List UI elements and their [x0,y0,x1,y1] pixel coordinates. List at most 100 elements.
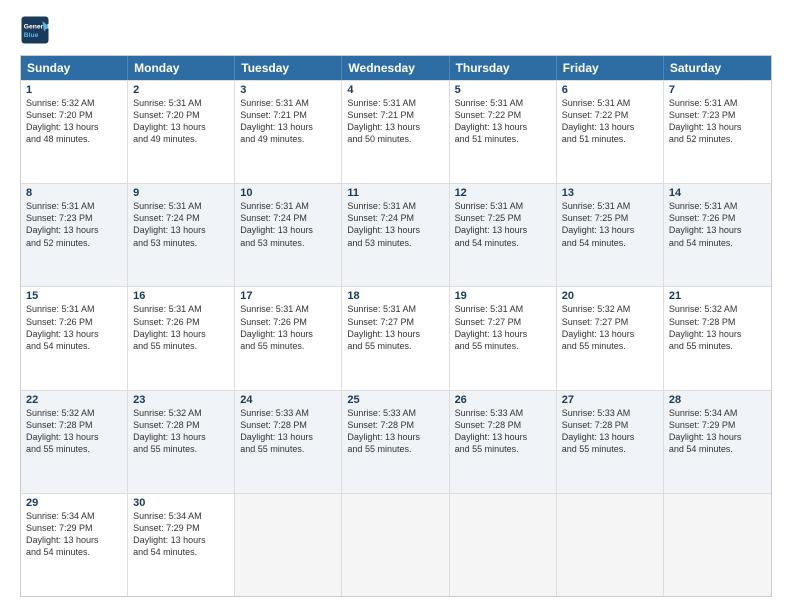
calendar-cell: 9Sunrise: 5:31 AM Sunset: 7:24 PM Daylig… [128,184,235,286]
page-header: General Blue [20,15,772,45]
day-info: Sunrise: 5:33 AM Sunset: 7:28 PM Dayligh… [240,407,336,456]
day-info: Sunrise: 5:31 AM Sunset: 7:26 PM Dayligh… [240,303,336,352]
day-number: 11 [347,187,443,199]
day-info: Sunrise: 5:31 AM Sunset: 7:21 PM Dayligh… [347,97,443,146]
calendar-cell: 14Sunrise: 5:31 AM Sunset: 7:26 PM Dayli… [664,184,771,286]
calendar-cell: 20Sunrise: 5:32 AM Sunset: 7:27 PM Dayli… [557,287,664,389]
day-number: 22 [26,394,122,406]
day-info: Sunrise: 5:33 AM Sunset: 7:28 PM Dayligh… [347,407,443,456]
calendar-cell: 26Sunrise: 5:33 AM Sunset: 7:28 PM Dayli… [450,391,557,493]
day-info: Sunrise: 5:34 AM Sunset: 7:29 PM Dayligh… [26,510,122,559]
day-info: Sunrise: 5:31 AM Sunset: 7:24 PM Dayligh… [240,200,336,249]
calendar-week-3: 22Sunrise: 5:32 AM Sunset: 7:28 PM Dayli… [21,390,771,493]
calendar-page: General Blue SundayMondayTuesdayWednesda… [0,0,792,612]
day-info: Sunrise: 5:31 AM Sunset: 7:26 PM Dayligh… [669,200,766,249]
day-number: 24 [240,394,336,406]
calendar-cell [235,494,342,596]
day-number: 17 [240,290,336,302]
day-info: Sunrise: 5:32 AM Sunset: 7:20 PM Dayligh… [26,97,122,146]
day-info: Sunrise: 5:32 AM Sunset: 7:28 PM Dayligh… [669,303,766,352]
day-info: Sunrise: 5:31 AM Sunset: 7:26 PM Dayligh… [26,303,122,352]
calendar-cell: 12Sunrise: 5:31 AM Sunset: 7:25 PM Dayli… [450,184,557,286]
day-number: 15 [26,290,122,302]
day-number: 28 [669,394,766,406]
calendar-week-1: 8Sunrise: 5:31 AM Sunset: 7:23 PM Daylig… [21,183,771,286]
day-number: 19 [455,290,551,302]
calendar-header: SundayMondayTuesdayWednesdayThursdayFrid… [21,56,771,80]
day-number: 27 [562,394,658,406]
calendar-cell: 16Sunrise: 5:31 AM Sunset: 7:26 PM Dayli… [128,287,235,389]
day-info: Sunrise: 5:34 AM Sunset: 7:29 PM Dayligh… [669,407,766,456]
day-info: Sunrise: 5:31 AM Sunset: 7:22 PM Dayligh… [455,97,551,146]
calendar-cell: 19Sunrise: 5:31 AM Sunset: 7:27 PM Dayli… [450,287,557,389]
day-number: 29 [26,497,122,509]
calendar-cell: 30Sunrise: 5:34 AM Sunset: 7:29 PM Dayli… [128,494,235,596]
day-header-thursday: Thursday [450,56,557,80]
calendar-cell: 2Sunrise: 5:31 AM Sunset: 7:20 PM Daylig… [128,81,235,183]
calendar-body: 1Sunrise: 5:32 AM Sunset: 7:20 PM Daylig… [21,80,771,596]
logo-icon: General Blue [20,15,50,45]
day-info: Sunrise: 5:31 AM Sunset: 7:21 PM Dayligh… [240,97,336,146]
day-header-wednesday: Wednesday [342,56,449,80]
day-number: 6 [562,84,658,96]
calendar-cell: 10Sunrise: 5:31 AM Sunset: 7:24 PM Dayli… [235,184,342,286]
calendar-week-0: 1Sunrise: 5:32 AM Sunset: 7:20 PM Daylig… [21,80,771,183]
day-info: Sunrise: 5:31 AM Sunset: 7:25 PM Dayligh… [562,200,658,249]
day-number: 2 [133,84,229,96]
day-info: Sunrise: 5:31 AM Sunset: 7:27 PM Dayligh… [455,303,551,352]
calendar-cell: 29Sunrise: 5:34 AM Sunset: 7:29 PM Dayli… [21,494,128,596]
day-header-sunday: Sunday [21,56,128,80]
day-number: 20 [562,290,658,302]
day-header-friday: Friday [557,56,664,80]
day-number: 10 [240,187,336,199]
day-info: Sunrise: 5:33 AM Sunset: 7:28 PM Dayligh… [455,407,551,456]
day-header-saturday: Saturday [664,56,771,80]
calendar-cell: 8Sunrise: 5:31 AM Sunset: 7:23 PM Daylig… [21,184,128,286]
calendar-cell: 7Sunrise: 5:31 AM Sunset: 7:23 PM Daylig… [664,81,771,183]
calendar-cell: 15Sunrise: 5:31 AM Sunset: 7:26 PM Dayli… [21,287,128,389]
calendar-cell: 21Sunrise: 5:32 AM Sunset: 7:28 PM Dayli… [664,287,771,389]
day-number: 16 [133,290,229,302]
calendar-cell: 25Sunrise: 5:33 AM Sunset: 7:28 PM Dayli… [342,391,449,493]
day-info: Sunrise: 5:31 AM Sunset: 7:22 PM Dayligh… [562,97,658,146]
calendar-cell: 5Sunrise: 5:31 AM Sunset: 7:22 PM Daylig… [450,81,557,183]
calendar-cell [664,494,771,596]
calendar-cell: 11Sunrise: 5:31 AM Sunset: 7:24 PM Dayli… [342,184,449,286]
day-info: Sunrise: 5:31 AM Sunset: 7:24 PM Dayligh… [133,200,229,249]
day-number: 18 [347,290,443,302]
logo: General Blue [20,15,50,45]
day-number: 1 [26,84,122,96]
day-number: 26 [455,394,551,406]
day-info: Sunrise: 5:32 AM Sunset: 7:27 PM Dayligh… [562,303,658,352]
day-info: Sunrise: 5:32 AM Sunset: 7:28 PM Dayligh… [26,407,122,456]
calendar-cell: 18Sunrise: 5:31 AM Sunset: 7:27 PM Dayli… [342,287,449,389]
day-number: 23 [133,394,229,406]
day-number: 3 [240,84,336,96]
day-number: 21 [669,290,766,302]
calendar-cell: 28Sunrise: 5:34 AM Sunset: 7:29 PM Dayli… [664,391,771,493]
calendar-cell: 6Sunrise: 5:31 AM Sunset: 7:22 PM Daylig… [557,81,664,183]
day-info: Sunrise: 5:31 AM Sunset: 7:25 PM Dayligh… [455,200,551,249]
calendar-cell [557,494,664,596]
day-info: Sunrise: 5:31 AM Sunset: 7:23 PM Dayligh… [26,200,122,249]
day-info: Sunrise: 5:34 AM Sunset: 7:29 PM Dayligh… [133,510,229,559]
day-info: Sunrise: 5:31 AM Sunset: 7:23 PM Dayligh… [669,97,766,146]
day-info: Sunrise: 5:31 AM Sunset: 7:20 PM Dayligh… [133,97,229,146]
calendar-week-2: 15Sunrise: 5:31 AM Sunset: 7:26 PM Dayli… [21,286,771,389]
day-number: 8 [26,187,122,199]
day-info: Sunrise: 5:31 AM Sunset: 7:26 PM Dayligh… [133,303,229,352]
day-header-monday: Monday [128,56,235,80]
day-number: 25 [347,394,443,406]
calendar-week-4: 29Sunrise: 5:34 AM Sunset: 7:29 PM Dayli… [21,493,771,596]
day-number: 30 [133,497,229,509]
day-number: 5 [455,84,551,96]
calendar-cell [450,494,557,596]
calendar-cell: 24Sunrise: 5:33 AM Sunset: 7:28 PM Dayli… [235,391,342,493]
svg-text:Blue: Blue [24,32,39,39]
day-header-tuesday: Tuesday [235,56,342,80]
day-number: 9 [133,187,229,199]
calendar: SundayMondayTuesdayWednesdayThursdayFrid… [20,55,772,597]
calendar-cell: 1Sunrise: 5:32 AM Sunset: 7:20 PM Daylig… [21,81,128,183]
day-info: Sunrise: 5:33 AM Sunset: 7:28 PM Dayligh… [562,407,658,456]
calendar-cell: 27Sunrise: 5:33 AM Sunset: 7:28 PM Dayli… [557,391,664,493]
